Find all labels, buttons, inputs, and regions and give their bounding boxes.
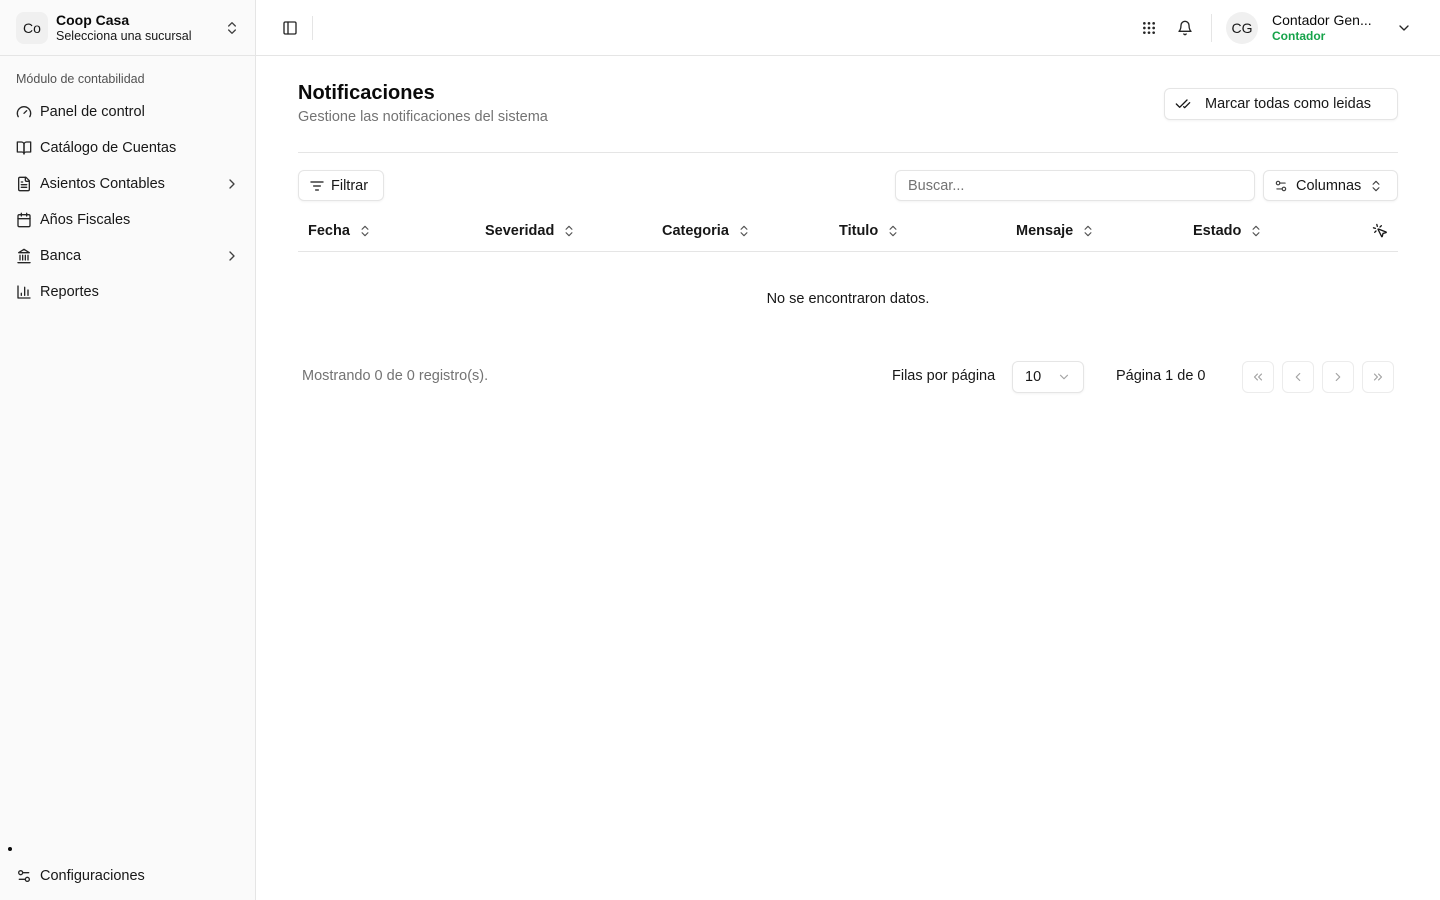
sort-icon	[1249, 224, 1263, 238]
sidebar-item-label: Catálogo de Cuentas	[40, 140, 177, 156]
filter-button[interactable]: Filtrar	[298, 170, 384, 201]
column-header-label: Categoria	[662, 223, 729, 239]
sidebar-nav: Panel de control Catálogo de Cuentas Asi…	[8, 94, 248, 310]
pointer-click-icon[interactable]	[1372, 223, 1388, 239]
first-page-button[interactable]	[1242, 361, 1274, 393]
column-header-titulo[interactable]: Titulo	[839, 211, 900, 251]
column-header-mensaje[interactable]: Mensaje	[1016, 211, 1095, 251]
sort-icon	[737, 224, 751, 238]
bullet-dot	[8, 847, 12, 851]
sidebar-item-label: Panel de control	[40, 104, 145, 120]
sidebar-item-label: Configuraciones	[40, 868, 145, 884]
book-open-icon	[16, 140, 32, 156]
chevrons-up-down-icon	[224, 20, 240, 36]
bell-icon	[1177, 20, 1193, 36]
sidebar-item-banca[interactable]: Banca	[8, 238, 248, 274]
columns-label: Columnas	[1296, 177, 1362, 194]
column-header-label: Fecha	[308, 223, 350, 239]
grid-icon	[1141, 20, 1157, 36]
chevron-left-icon	[1291, 370, 1305, 384]
sidebar-item-label: Años Fiscales	[40, 212, 131, 228]
next-page-button[interactable]	[1322, 361, 1354, 393]
org-name: Coop Casa	[56, 12, 130, 28]
gauge-icon	[16, 104, 32, 120]
page-subtitle: Gestione las notificaciones del sistema	[298, 109, 548, 125]
sidebar-item-panel-de-control[interactable]: Panel de control	[8, 94, 248, 130]
sidebar-item-label: Banca	[40, 248, 82, 264]
settings-sliders-icon	[16, 868, 32, 884]
sort-icon	[1081, 224, 1095, 238]
chevron-down-icon	[1057, 370, 1071, 384]
page-title: Notificaciones	[298, 82, 435, 104]
sidebar: Co Coop Casa Selecciona una sucursal Mód…	[0, 0, 256, 900]
avatar: CG	[1226, 12, 1258, 44]
last-page-button[interactable]	[1362, 361, 1394, 393]
page-indicator: Página 1 de 0	[1116, 368, 1206, 384]
sidebar-group-label: Módulo de contabilidad	[16, 72, 145, 86]
column-header-estado[interactable]: Estado	[1193, 211, 1263, 251]
apps-grid-button[interactable]	[1135, 14, 1163, 42]
landmark-icon	[16, 248, 32, 264]
user-name: Contador Gen...	[1272, 12, 1372, 28]
sidebar-item-label: Reportes	[40, 284, 99, 300]
user-menu[interactable]: CG Contador Gen... Contador	[1226, 6, 1426, 50]
chevron-down-icon	[1396, 20, 1412, 36]
mark-all-read-label: Marcar todas como leidas	[1205, 96, 1372, 112]
column-header-severidad[interactable]: Severidad	[485, 211, 576, 251]
rows-per-page-label: Filas por página	[892, 368, 996, 384]
chevron-right-icon	[1331, 370, 1345, 384]
sort-icon	[358, 224, 372, 238]
rows-per-page-value: 10	[1025, 369, 1042, 385]
sort-icon	[562, 224, 576, 238]
user-role: Contador	[1272, 29, 1326, 43]
chevrons-left-icon	[1251, 370, 1265, 384]
check-check-icon	[1175, 96, 1191, 112]
header-divider	[312, 16, 313, 40]
column-header-label: Severidad	[485, 223, 555, 239]
filter-lines-icon	[309, 178, 325, 194]
calendar-icon	[16, 212, 32, 228]
columns-button[interactable]: Columnas	[1263, 170, 1398, 201]
column-header-label: Estado	[1193, 223, 1242, 239]
panel-left-icon	[282, 20, 298, 36]
sidebar-item-anos-fiscales[interactable]: Años Fiscales	[8, 202, 248, 238]
notifications-button[interactable]	[1171, 14, 1199, 42]
column-header-fecha[interactable]: Fecha	[308, 211, 372, 251]
bar-chart-icon	[16, 284, 32, 300]
rows-per-page-select[interactable]: 10	[1012, 361, 1084, 393]
filter-label: Filtrar	[331, 177, 369, 194]
sidebar-item-configuraciones[interactable]: Configuraciones	[8, 858, 248, 894]
column-header-label: Mensaje	[1016, 223, 1074, 239]
org-avatar: Co	[16, 12, 48, 44]
search-input[interactable]	[895, 170, 1255, 201]
table-empty-state: No se encontraron datos.	[766, 291, 930, 307]
chevrons-right-icon	[1371, 370, 1385, 384]
file-text-icon	[16, 176, 32, 192]
sidebar-item-asientos-contables[interactable]: Asientos Contables	[8, 166, 248, 202]
sidebar-item-catalogo-de-cuentas[interactable]: Catálogo de Cuentas	[8, 130, 248, 166]
mark-all-read-button[interactable]: Marcar todas como leidas	[1164, 88, 1398, 120]
settings-sliders-icon	[1274, 179, 1288, 193]
branch-selector-label: Selecciona una sucursal	[56, 29, 192, 43]
sidebar-header-divider	[0, 55, 256, 56]
chevron-right-icon	[224, 248, 240, 264]
sort-icon	[886, 224, 900, 238]
org-switcher[interactable]: Co Coop Casa Selecciona una sucursal	[8, 4, 248, 52]
previous-page-button[interactable]	[1282, 361, 1314, 393]
column-header-categoria[interactable]: Categoria	[662, 211, 751, 251]
records-count: Mostrando 0 de 0 registro(s).	[302, 368, 489, 384]
sidebar-toggle-button[interactable]	[276, 14, 304, 42]
column-header-label: Titulo	[839, 223, 879, 239]
header-divider	[1211, 14, 1212, 42]
chevrons-up-down-icon	[1369, 179, 1383, 193]
top-header: CG Contador Gen... Contador	[256, 0, 1440, 56]
table-header-row: Fecha Severidad Categoria Titulo Mensaje…	[298, 211, 1398, 252]
content-divider	[298, 152, 1398, 153]
sidebar-item-reportes[interactable]: Reportes	[8, 274, 248, 310]
sidebar-item-label: Asientos Contables	[40, 176, 165, 192]
chevron-right-icon	[224, 176, 240, 192]
